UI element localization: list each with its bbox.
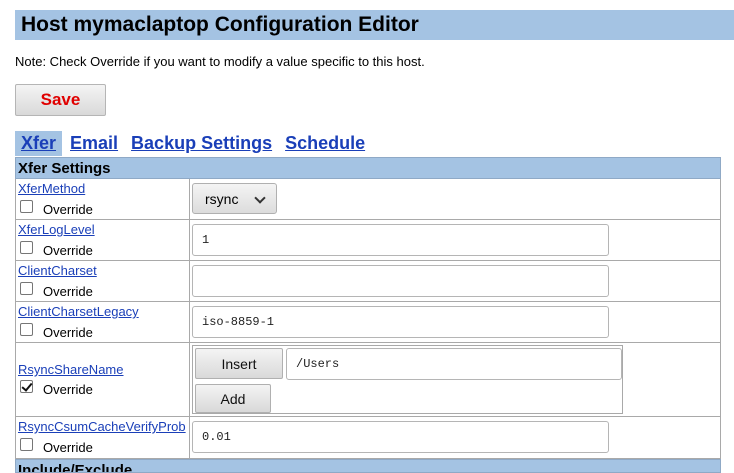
tab-xfer[interactable]: Xfer <box>15 130 63 156</box>
override-clientcharsetlegacy[interactable]: Override <box>20 323 93 340</box>
xfermethod-select[interactable]: rsync <box>192 183 277 214</box>
override-checkbox-checked[interactable] <box>20 380 33 393</box>
select-value: rsync <box>205 190 239 207</box>
override-checkbox[interactable] <box>20 438 33 451</box>
override-checkbox[interactable] <box>20 241 33 254</box>
override-label: Override <box>43 440 93 455</box>
share-list-box: Insert Add <box>192 345 623 414</box>
clientcharsetlegacy-input[interactable] <box>192 306 609 338</box>
override-checkbox[interactable] <box>20 282 33 295</box>
param-link-clientcharsetlegacy[interactable]: ClientCharsetLegacy <box>18 304 189 319</box>
param-row-clientcharsetlegacy: ClientCharsetLegacy Override <box>15 302 721 343</box>
override-xfermethod[interactable]: Override <box>20 200 93 217</box>
param-link-rsyncsharename[interactable]: RsyncShareName <box>18 362 189 377</box>
param-label-cell: RsyncShareName Override <box>16 343 190 416</box>
override-rsynccsumcacheverifyprob[interactable]: Override <box>20 438 93 455</box>
chevron-down-icon <box>254 192 266 204</box>
override-label: Override <box>43 202 93 217</box>
override-clientcharset[interactable]: Override <box>20 282 93 299</box>
save-button[interactable]: Save <box>15 84 106 116</box>
insert-button[interactable]: Insert <box>195 348 283 379</box>
param-label-cell: ClientCharsetLegacy Override <box>16 302 190 342</box>
page-header: Host mymaclaptop Configuration Editor <box>15 10 734 40</box>
tab-email[interactable]: Email <box>68 131 120 156</box>
tab-schedule[interactable]: Schedule <box>283 131 367 156</box>
override-label: Override <box>43 382 93 397</box>
override-label: Override <box>43 284 93 299</box>
param-value-cell <box>190 261 720 301</box>
param-label-cell: XferLogLevel Override <box>16 220 190 260</box>
param-label-cell: XferMethod Override <box>16 179 190 219</box>
section-header-include-exclude: Include/Exclude <box>15 459 721 473</box>
override-note: Note: Check Override if you want to modi… <box>15 54 425 69</box>
param-link-clientcharset[interactable]: ClientCharset <box>18 263 189 278</box>
param-value-cell <box>190 220 720 260</box>
override-checkbox[interactable] <box>20 323 33 336</box>
tab-bar: Xfer Email Backup Settings Schedule <box>15 130 376 156</box>
param-row-clientcharset: ClientCharset Override <box>15 261 721 302</box>
page-title: Host mymaclaptop Configuration Editor <box>21 13 419 36</box>
param-link-rsynccsumcacheverifyprob[interactable]: RsyncCsumCacheVerifyProb <box>18 419 189 434</box>
clientcharset-input[interactable] <box>192 265 609 297</box>
override-xferloglevel[interactable]: Override <box>20 241 93 258</box>
tab-backup-settings[interactable]: Backup Settings <box>129 131 274 156</box>
param-row-xferloglevel: XferLogLevel Override <box>15 220 721 261</box>
override-label: Override <box>43 243 93 258</box>
param-link-xfermethod[interactable]: XferMethod <box>18 181 189 196</box>
add-button[interactable]: Add <box>195 384 271 413</box>
override-label: Override <box>43 325 93 340</box>
param-label-cell: ClientCharset Override <box>16 261 190 301</box>
param-link-xferloglevel[interactable]: XferLogLevel <box>18 222 189 237</box>
param-value-cell <box>190 417 720 458</box>
xferloglevel-input[interactable] <box>192 224 609 256</box>
param-row-xfermethod: XferMethod Override rsync <box>15 179 721 220</box>
override-rsyncsharename[interactable]: Override <box>20 380 93 397</box>
param-value-cell: rsync <box>190 179 720 219</box>
rsynccsumcacheverifyprob-input[interactable] <box>192 421 609 453</box>
param-value-cell: Insert Add <box>190 343 720 416</box>
rsyncsharename-input[interactable] <box>286 348 622 380</box>
param-label-cell: RsyncCsumCacheVerifyProb Override <box>16 417 190 458</box>
section-header-xfer: Xfer Settings <box>15 157 721 179</box>
param-row-rsynccsumcacheverifyprob: RsyncCsumCacheVerifyProb Override <box>15 417 721 459</box>
override-checkbox[interactable] <box>20 200 33 213</box>
param-value-cell <box>190 302 720 342</box>
param-row-rsyncsharename: RsyncShareName Override Insert Add <box>15 343 721 417</box>
